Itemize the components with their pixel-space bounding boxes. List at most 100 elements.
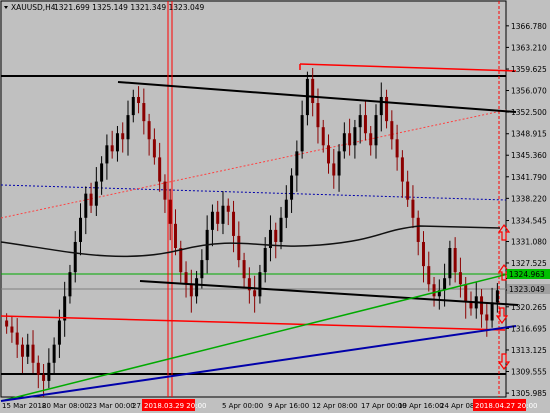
candle-body xyxy=(332,163,336,176)
candle-body xyxy=(295,151,299,176)
candle-body xyxy=(5,320,9,327)
candle-body xyxy=(369,133,373,146)
x-tick-label: 12 Apr 08:00 xyxy=(312,402,358,410)
y-tick-label: 1348.915 xyxy=(511,130,547,139)
candle-body xyxy=(390,121,394,140)
candle-body xyxy=(115,133,119,152)
candle-body xyxy=(226,205,230,212)
candle-body xyxy=(237,235,241,261)
candle-body xyxy=(374,115,378,146)
candle-body xyxy=(427,266,431,285)
ohlc-values: 1321.699 1325.149 1321.349 1323.049 xyxy=(54,3,205,12)
candle-body xyxy=(432,284,436,297)
y-tick-label: 1356.070 xyxy=(511,87,547,96)
x-tick-label: 19 Apr 16:00 xyxy=(398,402,444,410)
candle-body xyxy=(242,260,246,279)
y-tick-label: 1334.545 xyxy=(511,217,547,226)
x-tick-label: 20 Mar 08:00 xyxy=(42,402,89,410)
candle-body xyxy=(195,278,199,297)
candle-body xyxy=(358,115,362,128)
candle-body xyxy=(221,205,225,224)
candle-body xyxy=(126,115,130,140)
x-tick-label: 27 xyxy=(132,402,141,410)
y-tick-label: 1316.695 xyxy=(511,324,547,333)
candle-body xyxy=(89,193,93,206)
candle-body xyxy=(57,320,61,345)
candle-body xyxy=(36,362,40,375)
chart-window[interactable]: XAUUSD,H4 1321.699 1325.149 1321.349 132… xyxy=(0,0,550,413)
candle-body xyxy=(464,284,468,303)
candle-body xyxy=(152,139,156,158)
y-tick-label: 1305.985 xyxy=(511,389,547,398)
current-price-label: 1323.049 xyxy=(509,285,545,294)
time-axis[interactable]: 15 Mar 201820 Mar 08:00 23 Mar 00:0027 5 A… xyxy=(2,402,486,410)
candle-body xyxy=(353,127,357,146)
price-axis[interactable]: 1366.780 1363.210 1359.625 1356.070 1352.500… xyxy=(506,22,547,398)
y-tick-label: 1366.780 xyxy=(511,22,547,31)
candle-body xyxy=(363,115,367,134)
candle-body xyxy=(337,151,341,176)
green-price-label: 1324.963 xyxy=(509,270,545,279)
y-tick-label: 1320.265 xyxy=(511,303,547,312)
candle-body xyxy=(184,272,188,285)
candle-body xyxy=(210,211,214,230)
chart-header: XAUUSD,H4 1321.699 1325.149 1321.349 132… xyxy=(4,3,205,12)
left-time-label: 2018.03.29 20:00 xyxy=(144,402,206,410)
candle-body xyxy=(253,290,257,297)
candle-body xyxy=(200,260,204,279)
candle-body xyxy=(15,332,19,345)
y-tick-label: 1331.080 xyxy=(511,237,547,246)
candle-body xyxy=(52,344,56,363)
candle-body xyxy=(84,193,88,218)
y-tick-label: 1313.125 xyxy=(511,346,547,355)
candle-body xyxy=(290,175,294,200)
candle-body xyxy=(42,374,46,381)
candle-body xyxy=(485,314,489,321)
candle-body xyxy=(94,181,98,206)
candle-body xyxy=(137,96,141,104)
candle-body xyxy=(47,362,51,381)
candle-body xyxy=(31,344,35,363)
candle-body xyxy=(348,133,352,146)
candle-body xyxy=(100,163,104,182)
candle-body xyxy=(284,199,288,218)
candle-body xyxy=(163,181,167,200)
candle-body xyxy=(342,133,346,152)
candle-body xyxy=(10,326,14,333)
y-tick-label: 1341.790 xyxy=(511,173,547,182)
candle-body xyxy=(26,344,30,357)
candle-body xyxy=(300,115,304,152)
y-tick-label: 1309.555 xyxy=(511,368,547,377)
right-time-label: 2018.04.27 20:00 xyxy=(475,402,537,410)
candle-body xyxy=(480,296,484,315)
y-tick-label: 1345.360 xyxy=(511,151,547,160)
candle-body xyxy=(158,157,162,182)
y-tick-label: 1352.500 xyxy=(511,108,547,117)
candle-body xyxy=(142,103,146,122)
candle-body xyxy=(121,133,125,140)
candle-body xyxy=(453,248,457,273)
candle-body xyxy=(416,217,420,242)
candle-body xyxy=(395,139,399,158)
candle-body xyxy=(189,284,193,297)
candle-body xyxy=(263,248,267,273)
candle-body xyxy=(105,145,109,164)
candle-body xyxy=(385,96,389,122)
candle-body xyxy=(311,78,315,104)
candle-body xyxy=(490,302,494,321)
price-chart[interactable]: XAUUSD,H4 1321.699 1325.149 1321.349 132… xyxy=(0,0,550,413)
y-tick-label: 1363.210 xyxy=(511,43,547,52)
candle-body xyxy=(274,229,278,242)
x-tick-label: 9 Apr 16:00 xyxy=(268,402,309,410)
y-tick-label: 1359.625 xyxy=(511,65,547,74)
candle-body xyxy=(179,248,183,273)
candle-body xyxy=(79,217,83,242)
candle-body xyxy=(216,211,220,224)
candle-body xyxy=(68,272,72,297)
candle-body xyxy=(411,199,415,218)
candle-body xyxy=(147,121,151,140)
symbol-timeframe: XAUUSD,H4 xyxy=(11,3,56,12)
candle-body xyxy=(321,127,325,146)
candle-body xyxy=(110,145,114,152)
x-tick-label: 23 Mar 00:00 xyxy=(88,402,135,410)
